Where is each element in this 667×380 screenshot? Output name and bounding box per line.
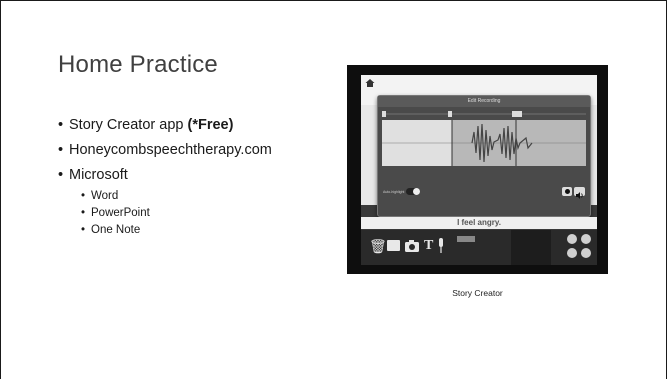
grid-icon-dot (567, 248, 577, 258)
toggle-knob (413, 188, 420, 195)
slide-title: Home Practice (58, 51, 218, 78)
sub-bullet-onenote: One Note (69, 222, 272, 239)
sub-bullet-list: Word PowerPoint One Note (69, 188, 272, 239)
bullet-microsoft: Microsoft Word PowerPoint One Note (58, 163, 272, 239)
dialog-title: Edit Recording (378, 96, 590, 107)
bullet-list: Story Creator app (*Free) Honeycombspeec… (58, 113, 272, 239)
waveform[interactable] (382, 120, 586, 166)
grid-icon[interactable] (567, 234, 577, 244)
bullet-story-creator: Story Creator app (*Free) (58, 113, 272, 138)
dialog-controls: Auto-highlight (378, 182, 590, 204)
bullet-text: Story Creator app (69, 117, 188, 133)
toggle-label: Auto-highlight (383, 190, 405, 194)
auto-highlight-toggle[interactable] (406, 188, 420, 195)
text-icon[interactable]: T (424, 238, 433, 254)
app-screen: Edit Recording Auto-highlight I feel ang… (361, 75, 597, 265)
trim-markers (382, 111, 586, 117)
grid-icon-dot (581, 234, 591, 244)
bullet-bold-text: (*Free) (187, 117, 234, 133)
bullet-honeycomb: Honeycombspeechtherapy.com (58, 138, 272, 163)
story-text: I feel angry. (361, 217, 597, 229)
image-caption: Story Creator (452, 288, 503, 298)
edit-recording-dialog: Edit Recording Auto-highlight (377, 95, 591, 217)
sub-bullet-powerpoint: PowerPoint (69, 205, 272, 222)
grid-icon-dot (581, 248, 591, 258)
sub-bullet-word: Word (69, 188, 272, 205)
waveform-graphic (382, 120, 586, 166)
trash-icon[interactable]: 🗑 (369, 238, 387, 254)
home-icon (365, 79, 375, 87)
bullet-text: Honeycombspeechtherapy.com (69, 142, 272, 158)
microphone-icon[interactable] (437, 238, 445, 254)
speaker-icon[interactable] (574, 187, 585, 199)
app-toolbar: 🗑 T (361, 230, 597, 265)
tool-slider[interactable] (457, 236, 475, 242)
story-creator-screenshot: Edit Recording Auto-highlight I feel ang… (347, 65, 608, 274)
hand-shadow (511, 230, 551, 265)
slide: Home Practice Story Creator app (*Free) … (0, 0, 667, 379)
bullet-text: Microsoft (69, 167, 128, 183)
image-icon[interactable] (387, 240, 400, 251)
camera-icon[interactable] (405, 240, 419, 252)
record-button[interactable] (562, 187, 572, 196)
